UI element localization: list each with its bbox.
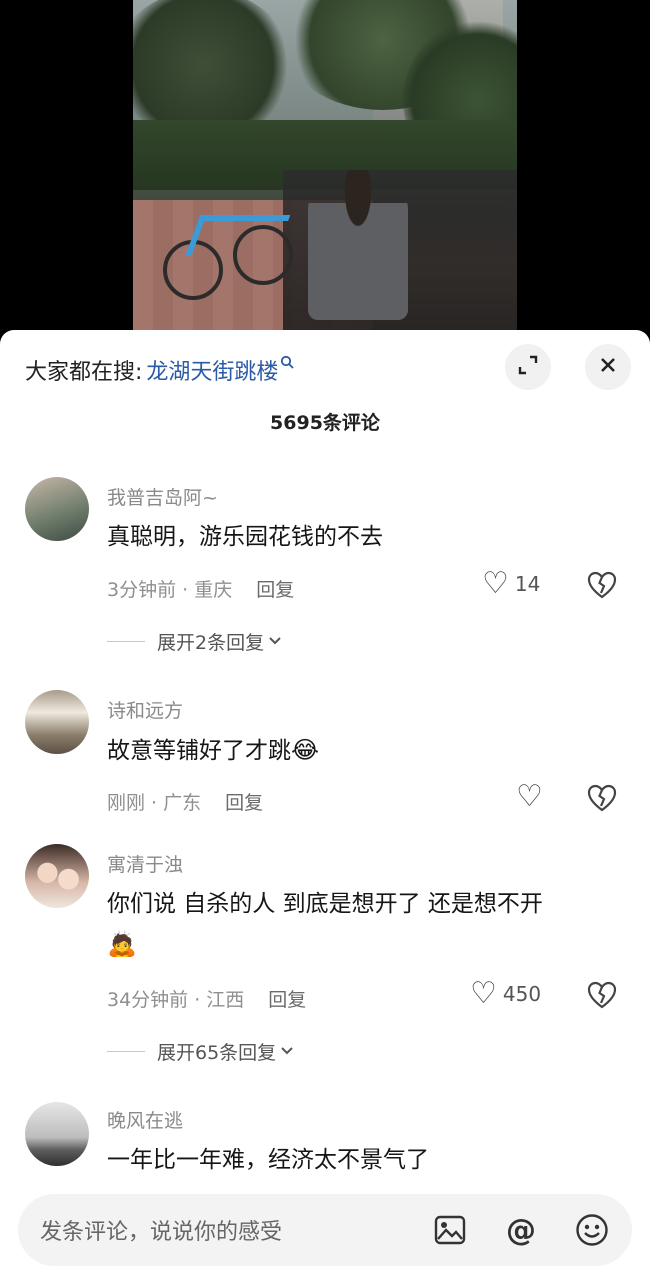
expand-icon (517, 354, 539, 381)
heart-icon: ♡ (516, 779, 543, 814)
heart-icon: ♡ (470, 976, 497, 1011)
reply-button[interactable]: 回复 (268, 989, 306, 1011)
emoji-picker-icon[interactable] (570, 1208, 614, 1252)
comment-time-location: 34分钟前 · 江西 (107, 989, 245, 1011)
username[interactable]: 我普吉岛阿~ (107, 483, 218, 510)
search-term-link[interactable]: 龙湖天街跳楼 (146, 354, 278, 386)
comments-sheet: 大家都在搜: 龙湖天街跳楼 5695条评论 我普吉岛阿~ 真聪明，游乐园花钱的不… (0, 330, 650, 1280)
comment-meta: 刚刚 · 广东 回复 (107, 788, 263, 815)
video-frame (133, 0, 517, 340)
expand-replies[interactable]: 展开65条回复 (107, 1038, 294, 1065)
video-person (308, 170, 408, 320)
search-suggestion[interactable]: 大家都在搜: 龙湖天街跳楼 (25, 350, 295, 390)
avatar[interactable] (25, 477, 89, 541)
comment-input-placeholder: 发条评论，说说你的感受 (40, 1220, 283, 1245)
dislike-button[interactable] (587, 784, 617, 817)
comment-meta: 3分钟前 · 重庆 回复 (107, 575, 294, 602)
username[interactable]: 诗和远方 (107, 696, 183, 723)
like-count: 14 (514, 572, 541, 596)
comment-text: 一年比一年难，经济太不景气了 (107, 1147, 429, 1173)
comment-meta: 34分钟前 · 江西 回复 (107, 985, 306, 1012)
dislike-button[interactable] (587, 571, 617, 604)
reply-button[interactable]: 回复 (256, 579, 294, 601)
bike-frame (185, 215, 291, 255)
comment-time-location: 3分钟前 · 重庆 (107, 579, 233, 601)
username[interactable]: 晚风在逃 (107, 1106, 183, 1133)
comment-count: 5695条评论 (270, 412, 380, 434)
comment-text: 真聪明，游乐园花钱的不去 (107, 524, 383, 550)
comment-input[interactable]: 发条评论，说说你的感受 @ (18, 1194, 632, 1266)
comment-time-location: 刚刚 · 广东 (107, 792, 202, 814)
expand-replies-label: 展开65条回复 (157, 1042, 277, 1064)
at-mention-icon[interactable]: @ (499, 1208, 543, 1252)
expand-replies-label: 展开2条回复 (157, 632, 265, 654)
avatar[interactable] (25, 844, 89, 908)
expand-replies[interactable]: 展开2条回复 (107, 628, 282, 655)
like-button[interactable]: ♡ 14 (482, 569, 540, 599)
comment-text-body: 故意等铺好了才跳 (107, 738, 291, 764)
username[interactable]: 寓清于浊 (107, 850, 183, 877)
comment-text: 故意等铺好了才跳😂 (107, 730, 627, 771)
image-icon[interactable] (428, 1208, 472, 1252)
reply-button[interactable]: 回复 (225, 792, 263, 814)
like-button[interactable]: ♡ 450 (470, 979, 541, 1009)
expand-sheet-button[interactable] (505, 344, 551, 390)
divider-line (107, 641, 145, 642)
heart-icon: ♡ (482, 566, 509, 601)
comment-text-body: 你们说 自杀的人 到底是想开了 还是想不开 (107, 891, 543, 917)
close-button[interactable] (585, 344, 631, 390)
like-count: 450 (502, 982, 542, 1006)
chevron-down-icon (280, 1044, 294, 1060)
laughing-emoji: 😂 (291, 736, 320, 764)
avatar[interactable] (25, 690, 89, 754)
magnifier-icon (280, 355, 295, 373)
chevron-down-icon (268, 634, 282, 650)
video-player[interactable] (0, 0, 650, 340)
dislike-button[interactable] (587, 981, 617, 1014)
avatar[interactable] (25, 1102, 89, 1166)
divider-line (107, 1051, 145, 1052)
like-button[interactable]: ♡ (516, 782, 543, 812)
search-prefix: 大家都在搜: (25, 360, 143, 385)
close-icon (599, 355, 617, 380)
bowing-emoji: 🙇 (107, 930, 137, 958)
comment-text: 你们说 自杀的人 到底是想开了 还是想不开 🙇 (107, 884, 627, 965)
